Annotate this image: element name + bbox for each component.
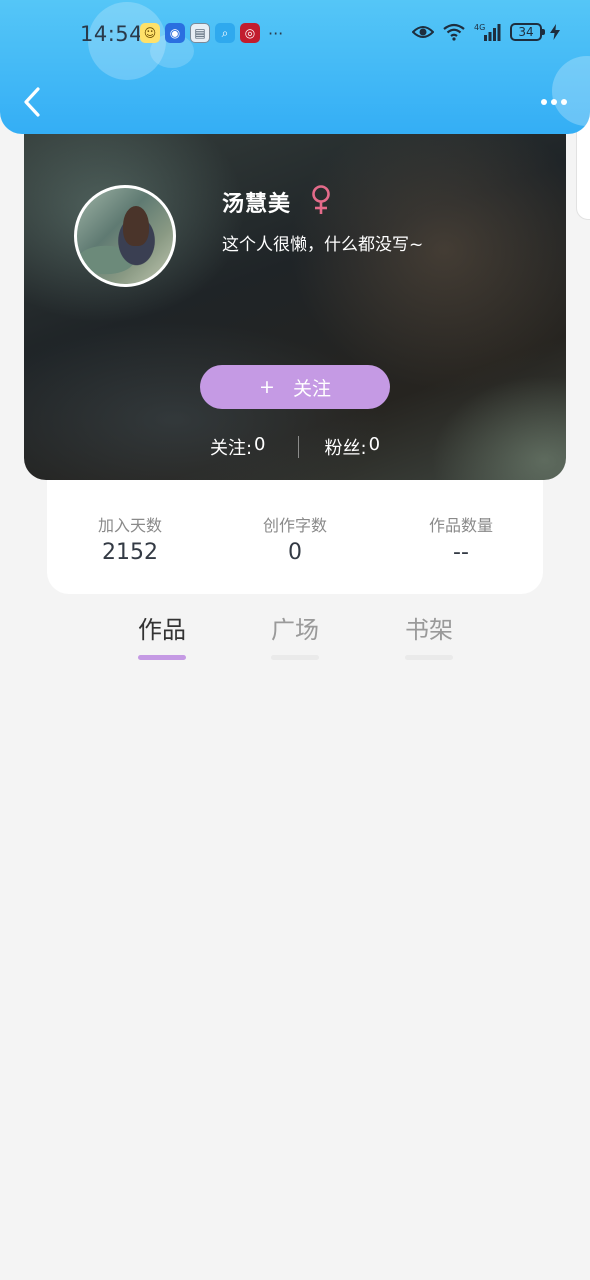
followers-value: 0: [368, 434, 381, 455]
more-options-button[interactable]: [534, 88, 574, 116]
plus-icon: +: [259, 376, 275, 398]
tab-indicator: [405, 655, 453, 660]
tab-label: 作品: [138, 616, 186, 644]
profile-bio: 这个人很懒，什么都没写~: [222, 235, 424, 255]
counts-divider: [297, 436, 299, 458]
cellular-signal-icon: 4G: [474, 22, 502, 42]
more-notifications-indicator: ···: [268, 23, 284, 43]
eye-comfort-icon: [412, 24, 434, 40]
stat-label: 加入天数: [97, 516, 162, 535]
tab-active-indicator: [138, 655, 186, 660]
tab-indicator: [271, 655, 319, 660]
stat-value: 2152: [102, 540, 158, 565]
svg-text:4G: 4G: [474, 23, 485, 32]
app-notification-icon: ☺: [140, 23, 160, 43]
tab-works[interactable]: 作品: [122, 610, 202, 660]
wifi-icon: [442, 23, 466, 41]
app-header: 14:54 ☺ ◉ ▤ ⌕ ◎ ··· 4G 34: [0, 0, 590, 134]
following-count[interactable]: 关注: 0: [210, 434, 266, 460]
tab-label: 书架: [405, 616, 453, 644]
following-label: 关注:: [209, 438, 253, 459]
profile-username: 汤慧美: [222, 192, 292, 217]
followers-label: 粉丝:: [324, 438, 367, 459]
search-app-notification-icon: ⌕: [215, 23, 235, 43]
back-button[interactable]: [14, 82, 50, 122]
profile-card: 汤慧美 这个人很懒，什么都没写~ + 关注 关注: 0 粉丝: 0: [24, 100, 566, 480]
follow-button-label: 关注: [292, 377, 331, 400]
system-status: 4G 34: [412, 22, 560, 42]
stat-label: 创作字数: [262, 516, 327, 535]
more-dot: [551, 99, 557, 105]
avatar-image-detail: [123, 206, 149, 246]
avatar[interactable]: [74, 185, 176, 287]
following-value: 0: [254, 434, 266, 455]
notification-icons: ☺ ◉ ▤ ⌕ ◎ ···: [140, 23, 283, 43]
app-notification-icon: ◉: [165, 23, 185, 43]
stats-card: 加入天数 2152 创作字数 0 作品数量 --: [47, 470, 543, 594]
status-time: 14:54: [80, 22, 144, 46]
stat-join-days: 加入天数 2152: [60, 512, 200, 565]
follow-button[interactable]: + 关注: [200, 365, 390, 409]
stat-value: --: [453, 540, 469, 565]
tab-label: 广场: [271, 616, 319, 644]
stat-label: 作品数量: [428, 516, 493, 535]
followers-count[interactable]: 粉丝: 0: [325, 434, 381, 460]
battery-indicator: 34: [510, 23, 545, 41]
app-notification-icon: ◎: [240, 23, 260, 43]
stat-works-count: 作品数量 --: [391, 512, 531, 565]
more-dot: [541, 99, 547, 105]
content-tabs: 作品 广场 书架: [0, 610, 590, 670]
stat-value: 0: [288, 540, 302, 565]
follow-counts: 关注: 0 粉丝: 0: [24, 434, 566, 460]
tab-plaza[interactable]: 广场: [255, 610, 335, 660]
chevron-left-icon: [24, 87, 40, 117]
charging-bolt-icon: [550, 24, 560, 40]
female-icon: [312, 185, 330, 214]
app-notification-icon: ▤: [190, 23, 210, 43]
stat-word-count: 创作字数 0: [225, 512, 365, 565]
more-dot: [561, 99, 567, 105]
tab-bookshelf[interactable]: 书架: [389, 610, 469, 660]
